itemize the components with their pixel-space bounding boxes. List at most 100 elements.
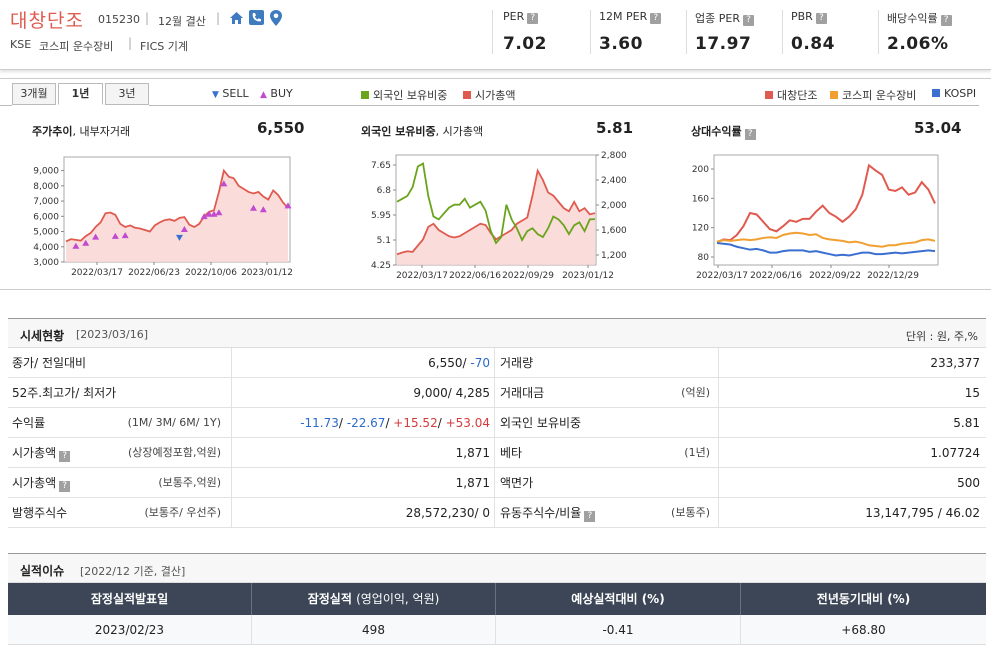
per12m-value: 3.60 (599, 34, 643, 54)
row-sublabel (608, 348, 710, 378)
market-status-header: 시세현황 [2023/03/16] 단위 : 원, 주,% (8, 318, 986, 348)
table-row: 2023/02/23 498 -0.41 +68.80 (8, 615, 986, 645)
help-icon[interactable]: ? (650, 13, 662, 24)
row-sublabel: (보통주/ 우선주) (144, 506, 221, 519)
table-row: 시가총액? (상장예정포함,억원) 1,871 베타 (1년) 1.07724 (8, 438, 986, 468)
home-icon[interactable] (229, 10, 244, 28)
x-tick-label: 2022/10/06 (185, 268, 237, 278)
cell-prelim: 498 (362, 623, 385, 637)
y-tick-label: 7,000 (33, 197, 59, 207)
dividend-label: 배당수익률? (887, 10, 952, 26)
y-tick-label: 9,000 (33, 167, 59, 177)
legend-foreign: 외국인 보유비중 (361, 87, 447, 103)
row-label: 발행주식수 (12, 506, 68, 520)
help-icon[interactable]: ? (59, 481, 71, 492)
row-label: 외국인 보유비중 (500, 416, 582, 430)
help-icon[interactable]: ? (744, 129, 756, 140)
pbr-value: 0.84 (791, 34, 835, 54)
row-label: 시가총액? (12, 438, 71, 468)
divider (782, 10, 783, 54)
row-value: 5.81 (953, 416, 980, 430)
x-tick-label: 2022/03/17 (696, 271, 748, 281)
row-value: 9,000/ 4,285 (413, 386, 490, 400)
col-yoy: 전년동기대비 (%) (741, 583, 986, 615)
row-value: 13,147,795 / 46.02 (865, 506, 980, 520)
legend-company: 대창단조 (765, 87, 817, 103)
x-tick-label: 2022/06/16 (449, 271, 501, 281)
row-label: 베타 (500, 446, 523, 460)
y-tick-label: 8,000 (33, 182, 59, 192)
help-icon[interactable]: ? (815, 13, 827, 24)
market-label: KSE (10, 38, 32, 51)
y-tick-label: 1,600 (601, 226, 627, 236)
divider (878, 10, 879, 54)
cell-date: 2023/02/23 (94, 623, 165, 637)
y-tick-label: 2,000 (601, 201, 627, 211)
col-vs-expected: 예상실적대비 (%) (496, 583, 740, 615)
legend-mktcap: 시가총액 (463, 87, 515, 103)
row-sublabel: (억원) (681, 386, 710, 399)
divider: | (128, 36, 133, 50)
row-sublabel (608, 408, 710, 438)
dividend-value: 2.06% (887, 34, 949, 54)
section-title: 시세현황 (20, 329, 65, 343)
relative-return-chart: 200 160 120 80 2022/03/17 2022/06/16 2022/09/2… (692, 154, 939, 281)
x-tick-label: 2022/09/29 (502, 271, 554, 281)
row-value: 1.07724 (930, 446, 980, 460)
row-value: 1,871 (455, 446, 490, 460)
earnings-table-head: 잠정실적발표일 잠정실적 (영업이익, 억원) 예상실적대비 (%) 전년동기대… (8, 583, 986, 615)
table-row: 발행주식수 (보통주/ 우선주) 28,572,230/ 0 유동주식수/비율? (보통… (8, 498, 986, 528)
cell-yoy: +68.80 (841, 623, 886, 637)
fiscal-label: 12월 결산 (158, 15, 206, 28)
help-icon[interactable]: ? (584, 511, 596, 522)
row-sublabel (113, 378, 221, 408)
table-row: 시가총액? (보통주,억원) 1,871 액면가 500 (8, 468, 986, 498)
divider (492, 10, 493, 54)
y-tick-label: 7.65 (371, 161, 391, 171)
row-label: 유동주식수/비율? (500, 498, 596, 528)
sector-label: 코스피 운수장비 (39, 40, 114, 53)
earnings-section: 실적이슈 [2022/12 기준, 결산] 잠정실적발표일 잠정실적 (영업이익… (8, 553, 986, 653)
company-name[interactable]: 대창단조 (10, 6, 84, 33)
x-tick-label: 2022/03/17 (71, 268, 123, 278)
phone-icon[interactable] (249, 10, 264, 28)
sector-per-label: 업종 PER? (695, 10, 754, 26)
row-value: 500 (957, 476, 980, 490)
table-row: 52주.최고가/ 최저가 9,000/ 4,285 거래대금 (억원) 15 (8, 378, 986, 408)
y-tick-label: 1,200 (601, 251, 627, 261)
help-icon[interactable]: ? (59, 451, 71, 462)
y-tick-label: 200 (692, 165, 709, 175)
market-status-table: 종가/ 전일대비 6,550/ -70 거래량 233,377 52주.최고가/ 최저가… (8, 348, 986, 528)
y-tick-label: 5.1 (377, 236, 391, 246)
help-icon[interactable]: ? (527, 13, 539, 24)
divider: | (145, 11, 150, 25)
x-tick-label: 2022/12/29 (867, 271, 919, 281)
help-icon[interactable]: ? (742, 15, 754, 26)
buy-marker-icon: ▲ (260, 90, 267, 100)
per12m-label: 12M PER? (599, 10, 662, 24)
tab-3y[interactable]: 3년 (105, 83, 149, 105)
row-sublabel (113, 348, 221, 378)
y-tick-label: 3,000 (33, 258, 59, 268)
pbr-label: PBR? (791, 10, 827, 24)
row-label: 시가총액? (12, 468, 71, 498)
earnings-header: 실적이슈 [2022/12 기준, 결산] (8, 553, 986, 583)
row-value: 28,572,230/ 0 (405, 506, 490, 520)
sector-per-value: 17.97 (695, 34, 752, 54)
section-date: [2023/03/16] (76, 328, 148, 341)
col-prelim: 잠정실적 (영업이익, 억원) (252, 583, 495, 615)
tab-3m[interactable]: 3개월 (12, 83, 56, 105)
row-value: 1,871 (455, 476, 490, 490)
row-sublabel: (1M/ 3M/ 6M/ 1Y) (127, 416, 221, 429)
x-tick-label: 2022/03/17 (396, 271, 448, 281)
map-pin-icon[interactable] (270, 10, 282, 29)
y-tick-label: 120 (692, 224, 709, 234)
per-value: 7.02 (503, 34, 547, 54)
y-tick-label: 4,000 (33, 243, 59, 253)
y-tick-label: 2,800 (601, 151, 627, 161)
tab-1y[interactable]: 1년 (58, 83, 103, 105)
help-icon[interactable]: ? (940, 15, 952, 26)
sell-marker-icon: ▼ (212, 90, 219, 100)
legend-buy: ▲ BUY (260, 87, 293, 100)
row-sublabel (608, 468, 710, 498)
